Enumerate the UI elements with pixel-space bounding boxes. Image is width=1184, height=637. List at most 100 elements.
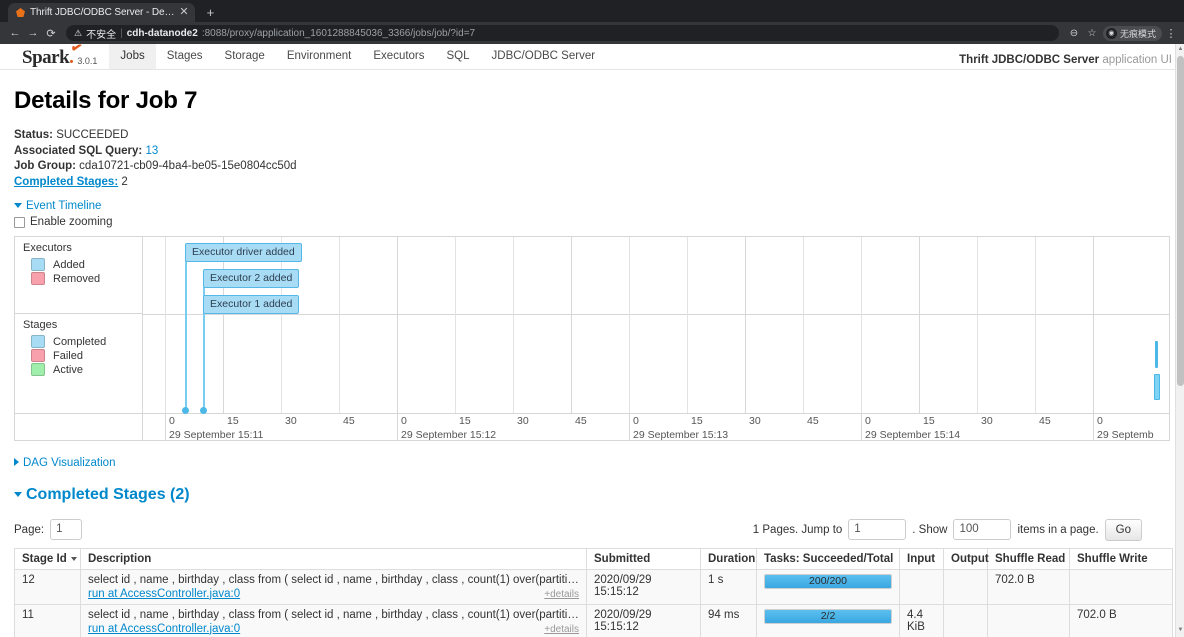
- cell-shuffle-write: [1069, 568, 1173, 605]
- address-bar[interactable]: ⚠ 不安全 | cdh-datanode2:8088/proxy/applica…: [66, 25, 1059, 41]
- table-row: 12 select id , name , birthday , class f…: [14, 568, 1173, 605]
- description-link[interactable]: run at AccessController.java:0: [88, 588, 240, 600]
- tick-g0-30: 30: [285, 415, 297, 428]
- job-sql-query-line: Associated SQL Query: 13: [14, 144, 1170, 160]
- bookmark-star-icon[interactable]: ☆: [1083, 28, 1101, 39]
- legend-swatch-failed: [31, 349, 45, 363]
- timeline-legend-stages: Stages Completed Failed Active: [15, 314, 142, 412]
- spark-tick-icon: ✔: [69, 44, 84, 57]
- tick-g0-15: 15: [227, 415, 239, 428]
- dag-visualization-toggle[interactable]: DAG Visualization: [14, 457, 1170, 469]
- legend-label-added: Added: [53, 258, 85, 271]
- not-secure-warning-icon: ⚠: [74, 27, 83, 38]
- forward-icon[interactable]: →: [24, 24, 42, 42]
- job-group-value: cda10721-cb09-4ba4-be05-15e0804cc50d: [79, 160, 297, 173]
- page-scrollbar[interactable]: ▲ ▼: [1175, 44, 1184, 637]
- tab-storage[interactable]: Storage: [214, 44, 276, 69]
- go-button[interactable]: Go: [1104, 518, 1142, 541]
- completed-stages-label-link[interactable]: Completed Stages:: [14, 176, 118, 188]
- cell-tasks: 2/2: [756, 603, 900, 637]
- tab-executors[interactable]: Executors: [362, 44, 435, 69]
- browser-tab-title: Thrift JDBC/ODBC Server - De…: [30, 7, 175, 18]
- pager-right-group: 1 Pages. Jump to 1 . Show 100 items in a…: [753, 518, 1170, 541]
- legend-item-active: Active: [31, 363, 134, 377]
- tick-g0-45: 45: [343, 415, 355, 428]
- description-sub: run at AccessController.java:0 +details: [88, 623, 579, 635]
- tick-g1-30: 30: [517, 415, 529, 428]
- event-label-executor-driver-added[interactable]: Executor driver added: [185, 243, 302, 263]
- tab-jdbc-odbc-server[interactable]: JDBC/ODBC Server: [481, 44, 607, 69]
- description-link[interactable]: run at AccessController.java:0: [88, 623, 240, 635]
- tick-g3-45: 45: [1039, 415, 1051, 428]
- col-duration[interactable]: Duration: [700, 547, 757, 570]
- task-progress-text: 2/2: [820, 609, 836, 622]
- cell-submitted: 2020/09/29 15:15:12: [586, 568, 701, 605]
- legend-swatch-added: [31, 258, 45, 272]
- page-title: Details for Job 7: [14, 87, 198, 114]
- sort-caret-icon[interactable]: [70, 556, 77, 561]
- legend-executors-title: Executors: [23, 242, 72, 255]
- tick-date-1511: 29 September 15:11: [169, 429, 264, 442]
- stage-bar-11[interactable]: [1154, 374, 1160, 401]
- legend-item-added: Added: [31, 258, 134, 272]
- stages-pagination: Page: 1 1 Pages. Jump to 1 . Show 100 it…: [14, 518, 1170, 541]
- cell-tasks: 200/200: [756, 568, 900, 605]
- details-toggle[interactable]: +details: [544, 624, 579, 635]
- zoom-icon[interactable]: ⊖: [1065, 28, 1083, 39]
- event-timeline-label[interactable]: Event Timeline: [26, 200, 101, 212]
- cell-duration: 1 s: [700, 568, 757, 605]
- col-input[interactable]: Input: [899, 547, 944, 570]
- completed-stages-title: Completed Stages (2): [26, 486, 190, 504]
- col-submitted[interactable]: Submitted: [586, 547, 701, 570]
- tab-environment[interactable]: Environment: [276, 44, 363, 69]
- job-sql-query-link[interactable]: 13: [145, 145, 158, 157]
- col-shuffle-read[interactable]: Shuffle Read: [987, 547, 1070, 570]
- tab-sql[interactable]: SQL: [436, 44, 481, 69]
- col-stage-id[interactable]: Stage Id: [14, 547, 81, 570]
- page-input[interactable]: 1: [50, 519, 83, 541]
- tab-jobs[interactable]: Jobs: [109, 44, 156, 69]
- tick-g2-30: 30: [749, 415, 761, 428]
- legend-swatch-active: [31, 363, 45, 377]
- enable-zooming-checkbox[interactable]: [14, 216, 25, 228]
- event-label-executor-2-added[interactable]: Executor 2 added: [203, 269, 300, 289]
- items-per-page-input[interactable]: 100: [953, 519, 1012, 541]
- task-progress-bar: 2/2: [764, 608, 892, 624]
- reload-icon[interactable]: ⟳: [42, 24, 60, 42]
- scrollbar-thumb[interactable]: [1177, 56, 1184, 386]
- event-timeline-toggle[interactable]: Event Timeline: [14, 200, 1170, 212]
- col-description[interactable]: Description: [80, 547, 587, 570]
- close-icon[interactable]: ✕: [179, 7, 188, 18]
- new-tab-icon[interactable]: +: [207, 5, 215, 20]
- spark-logo[interactable]: APACHE Spark. ✔ 3.0.1: [0, 44, 109, 69]
- stage-bar-12[interactable]: [1155, 341, 1158, 369]
- job-status-line: Status: SUCCEEDED: [14, 128, 1170, 144]
- spark-version: 3.0.1: [77, 56, 98, 66]
- col-output[interactable]: Output: [943, 547, 989, 570]
- browser-tab[interactable]: Thrift JDBC/ODBC Server - De… ✕: [8, 3, 195, 22]
- tick-g1-45: 45: [575, 415, 587, 428]
- event-label-executor-1-added[interactable]: Executor 1 added: [203, 295, 300, 315]
- jump-to-input[interactable]: 1: [848, 519, 907, 541]
- enable-zooming-row[interactable]: Enable zooming: [14, 216, 1170, 228]
- event-stem-driver: [185, 261, 187, 413]
- event-timeline-chart[interactable]: Executors Added Removed Stages Completed…: [14, 236, 1170, 442]
- dag-visualization-label[interactable]: DAG Visualization: [23, 457, 115, 469]
- col-shuffle-write[interactable]: Shuffle Write: [1069, 547, 1173, 570]
- browser-window: Thrift JDBC/ODBC Server - De… ✕ + ← → ⟳ …: [0, 0, 1184, 637]
- tab-stages[interactable]: Stages: [156, 44, 214, 69]
- url-host: cdh-datanode2: [126, 27, 198, 39]
- scroll-down-icon[interactable]: ▼: [1177, 627, 1184, 633]
- completed-stages-section[interactable]: Completed Stages (2): [14, 485, 1170, 504]
- details-toggle[interactable]: +details: [544, 589, 579, 600]
- col-tasks[interactable]: Tasks: Succeeded/Total: [756, 547, 900, 570]
- incognito-indicator[interactable]: ◉ 无痕模式: [1102, 25, 1162, 41]
- tick-g1-15: 15: [459, 415, 471, 428]
- tick-g3-30: 30: [981, 415, 993, 428]
- page-content: Details for Job 7 Status: SUCCEEDED Asso…: [0, 87, 1184, 637]
- browser-menu-icon[interactable]: ⋮: [1164, 27, 1178, 40]
- back-icon[interactable]: ←: [6, 24, 24, 42]
- tick-date-1515: 29 Septemb: [1097, 429, 1154, 442]
- scroll-up-icon[interactable]: ▲: [1177, 46, 1184, 52]
- completed-stages-table: Stage Id Description Submitted Duration …: [14, 547, 1173, 637]
